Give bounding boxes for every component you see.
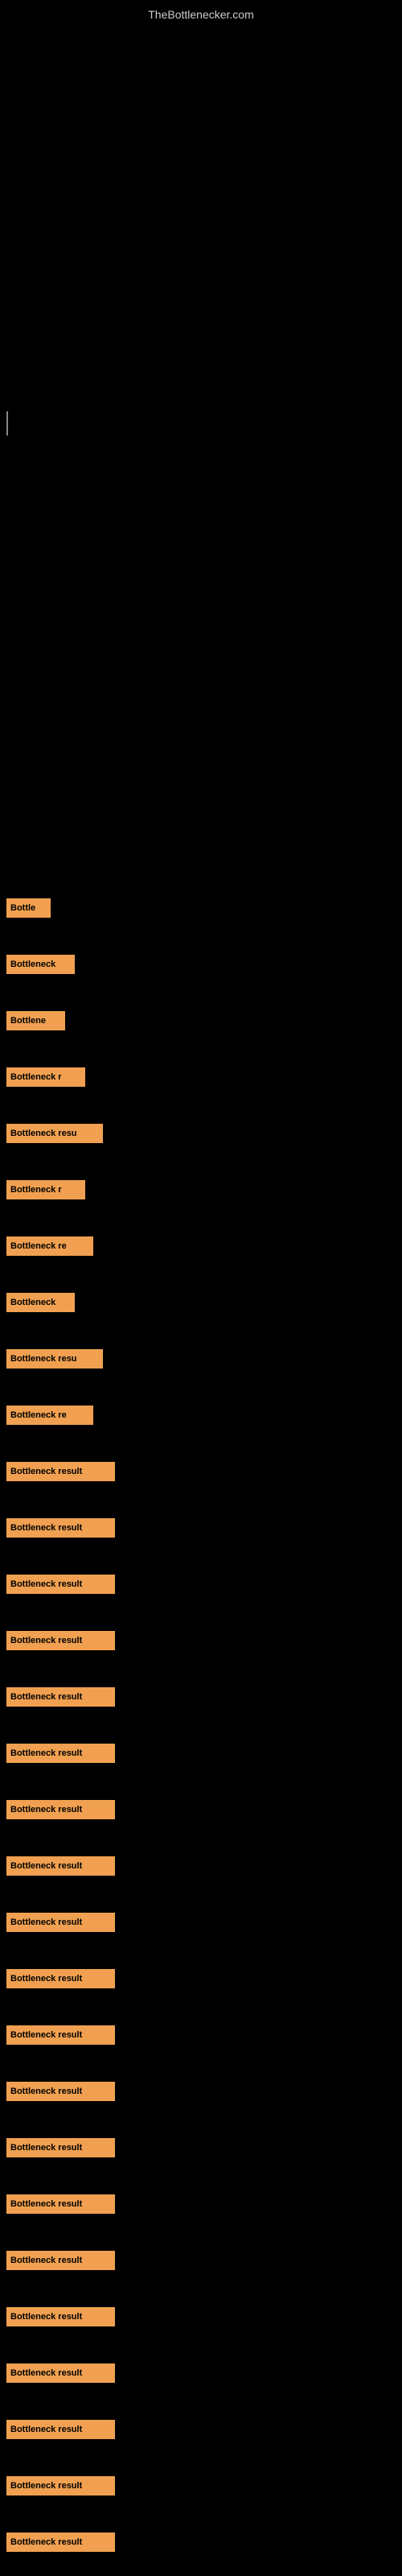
bottleneck-item: Bottleneck re [6, 1236, 93, 1256]
bottleneck-item: Bottleneck result [6, 2194, 115, 2214]
bottleneck-item: Bottle [6, 898, 51, 918]
bottleneck-item: Bottleneck r [6, 1180, 85, 1199]
bottleneck-bar: Bottle [6, 898, 51, 918]
bottleneck-bar: Bottleneck resu [6, 1349, 103, 1368]
bottleneck-bar: Bottleneck result [6, 2476, 115, 2496]
bottleneck-item: Bottleneck result [6, 1856, 115, 1876]
bottleneck-items-container: Bottle Bottleneck Bottlene Bottleneck r Bott… [0, 444, 402, 2174]
bottleneck-item: Bottleneck result [6, 2420, 115, 2439]
bottleneck-item: Bottleneck r [6, 1067, 85, 1087]
bottleneck-bar: Bottleneck result [6, 2363, 115, 2383]
bottleneck-bar: Bottleneck result [6, 1518, 115, 1538]
bottleneck-bar: Bottleneck result [6, 1913, 115, 1932]
bottleneck-item: Bottleneck resu [6, 1349, 103, 1368]
bottleneck-bar: Bottlene [6, 1011, 65, 1030]
bottleneck-item: Bottleneck result [6, 2082, 115, 2101]
bottleneck-bar: Bottleneck result [6, 1631, 115, 1650]
bottleneck-bar: Bottleneck result [6, 1462, 115, 1481]
bottleneck-bar: Bottleneck [6, 1293, 75, 1312]
bottleneck-bar: Bottleneck result [6, 1687, 115, 1707]
bottleneck-item: Bottleneck result [6, 1575, 115, 1594]
bottleneck-item: Bottleneck result [6, 2025, 115, 2045]
bottleneck-item: Bottleneck result [6, 1969, 115, 1988]
bottleneck-bar: Bottleneck result [6, 2307, 115, 2326]
bottleneck-bar: Bottleneck result [6, 2420, 115, 2439]
bottleneck-bar: Bottleneck [6, 955, 75, 974]
bottleneck-bar: Bottleneck result [6, 2138, 115, 2157]
bottleneck-item: Bottleneck result [6, 2251, 115, 2270]
bottleneck-bar: Bottleneck result [6, 1744, 115, 1763]
chart-area [0, 25, 402, 444]
bottleneck-item: Bottleneck result [6, 2307, 115, 2326]
bottleneck-item: Bottleneck resu [6, 1124, 103, 1143]
bottleneck-bar: Bottleneck result [6, 2025, 115, 2045]
bottleneck-item: Bottleneck [6, 1293, 75, 1312]
bottleneck-bar: Bottleneck result [6, 2194, 115, 2214]
bottleneck-bar: Bottleneck r [6, 1067, 85, 1087]
bottleneck-bar: Bottleneck result [6, 2533, 115, 2552]
bottleneck-item: Bottleneck result [6, 1462, 115, 1481]
axis-line [6, 411, 8, 436]
bottleneck-bar: Bottleneck result [6, 2251, 115, 2270]
bottleneck-item: Bottleneck result [6, 1800, 115, 1819]
bottleneck-bar: Bottleneck re [6, 1236, 93, 1256]
bottleneck-bar: Bottleneck result [6, 1856, 115, 1876]
site-title: TheBottlenecker.com [0, 0, 402, 25]
bottleneck-bar: Bottleneck re [6, 1406, 93, 1425]
bottleneck-item: Bottleneck result [6, 1913, 115, 1932]
bottleneck-item: Bottleneck [6, 955, 75, 974]
bottleneck-bar: Bottleneck result [6, 1969, 115, 1988]
bottleneck-item: Bottleneck result [6, 1518, 115, 1538]
bottleneck-bar: Bottleneck resu [6, 1124, 103, 1143]
bottleneck-bar: Bottleneck result [6, 1575, 115, 1594]
bottleneck-bar: Bottleneck result [6, 2082, 115, 2101]
site-title-container: TheBottlenecker.com [0, 0, 402, 25]
bottleneck-bar: Bottleneck result [6, 1800, 115, 1819]
bottleneck-item: Bottlene [6, 1011, 65, 1030]
bottleneck-item: Bottleneck result [6, 2476, 115, 2496]
bottleneck-item: Bottleneck result [6, 2533, 115, 2552]
bottleneck-item: Bottleneck result [6, 1631, 115, 1650]
bottleneck-item: Bottleneck result [6, 1687, 115, 1707]
bottleneck-item: Bottleneck result [6, 2363, 115, 2383]
bottleneck-bar: Bottleneck r [6, 1180, 85, 1199]
bottleneck-item: Bottleneck re [6, 1406, 93, 1425]
bottleneck-item: Bottleneck result [6, 1744, 115, 1763]
bottleneck-item: Bottleneck result [6, 2138, 115, 2157]
